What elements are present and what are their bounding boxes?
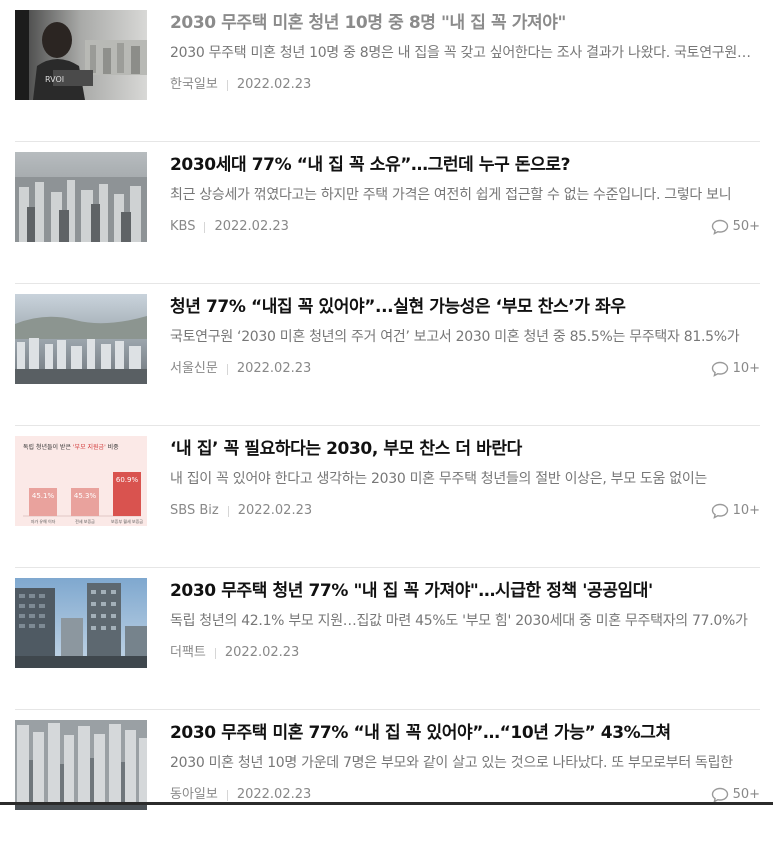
comment-icon — [711, 787, 729, 803]
graphic-bar-value: 45.3% — [74, 492, 97, 500]
article-meta: 더팩트 2022.02.23 — [170, 644, 299, 662]
comment-icon — [711, 361, 729, 377]
article-thumbnail[interactable]: 독립 청년들이 받은 '부모 지원금' 비중 45.1% 45.3% 60.9%… — [15, 436, 147, 526]
comment-count-button[interactable]: 50+ — [711, 218, 760, 236]
article-date: 2022.02.23 — [214, 219, 289, 234]
article-thumbnail[interactable] — [15, 578, 147, 668]
article-title[interactable]: 2030세대 77% “내 집 꼭 소유”…그런데 누구 돈으로? — [170, 153, 760, 177]
article-meta: SBS Biz 2022.02.23 — [170, 502, 312, 520]
meta-divider — [227, 505, 229, 517]
article-summary[interactable]: 독립 청년의 42.1% 부모 지원…집값 마련 45%도 '부모 힘' 203… — [170, 611, 755, 631]
article-thumbnail[interactable] — [15, 294, 147, 384]
meta-divider — [226, 789, 228, 801]
article-meta: 서울신문 2022.02.23 — [170, 360, 311, 378]
meta-divider — [204, 221, 206, 233]
comment-count: 10+ — [732, 361, 760, 376]
article-meta: 한국일보 2022.02.23 — [170, 76, 311, 94]
news-item[interactable]: 2030 무주택 미혼 77% “내 집 꼭 있어야”…“10년 가능” 43%… — [15, 710, 760, 851]
comment-count: 10+ — [732, 503, 760, 518]
news-item[interactable]: RVOI 2030 무주택 미혼 청년 10명 중 8명 "내 집 꼭 가져야"… — [15, 0, 760, 142]
graphic-heading: 독립 청년들이 받은 '부모 지원금' 비중 — [23, 443, 119, 451]
graphic-bar-label: 전세 보증금 — [75, 518, 95, 524]
article-summary[interactable]: 내 집이 꼭 있어야 한다고 생각하는 2030 미혼 무주택 청년들의 절반 … — [170, 469, 755, 489]
graphic-bar-label: 보증부 월세 보증금 — [111, 518, 143, 524]
comment-count-button[interactable]: 10+ — [711, 502, 760, 520]
article-title[interactable]: 청년 77% “내집 꼭 있어야”...실현 가능성은 ‘부모 찬스’가 좌우 — [170, 295, 760, 319]
graphic-bar-label: 자가 유해 이자 — [31, 518, 56, 524]
article-title[interactable]: 2030 무주택 미혼 청년 10명 중 8명 "내 집 꼭 가져야" — [170, 11, 760, 35]
article-summary[interactable]: 2030 무주택 미혼 청년 10명 중 8명은 내 집을 꼭 갖고 싶어한다는… — [170, 43, 755, 63]
article-source[interactable]: SBS Biz — [170, 502, 219, 520]
article-thumbnail[interactable]: RVOI — [15, 10, 147, 100]
meta-divider — [226, 363, 228, 375]
article-summary[interactable]: 최근 상승세가 꺾였다고는 하지만 주택 가격은 여전히 쉽게 접근할 수 없는… — [170, 185, 755, 205]
article-date: 2022.02.23 — [236, 77, 312, 92]
article-title[interactable]: ‘내 집’ 꼭 필요하다는 2030, 부모 찬스 더 바란다 — [170, 437, 760, 461]
article-title[interactable]: 2030 무주택 청년 77% "내 집 꼭 가져야"…시급한 정책 '공공임대… — [170, 579, 760, 603]
article-source[interactable]: 서울신문 — [170, 360, 218, 378]
news-item[interactable]: 2030세대 77% “내 집 꼭 소유”…그런데 누구 돈으로? 최근 상승세… — [15, 142, 760, 284]
news-item[interactable]: 독립 청년들이 받은 '부모 지원금' 비중 45.1% 45.3% 60.9%… — [15, 426, 760, 568]
graphic-bar-value: 60.9% — [116, 476, 139, 484]
news-item[interactable]: 2030 무주택 청년 77% "내 집 꼭 가져야"…시급한 정책 '공공임대… — [15, 568, 760, 710]
article-source[interactable]: 한국일보 — [170, 76, 218, 94]
meta-divider — [214, 647, 216, 659]
article-thumbnail[interactable] — [15, 720, 147, 810]
article-meta: KBS 2022.02.23 — [170, 218, 289, 236]
article-summary[interactable]: 2030 미혼 청년 10명 가운데 7명은 부모와 같이 살고 있는 것으로 … — [170, 753, 755, 773]
meta-divider — [226, 79, 228, 91]
article-source[interactable]: 더팩트 — [170, 644, 206, 662]
article-date: 2022.02.23 — [237, 503, 313, 518]
article-date: 2022.02.23 — [224, 645, 300, 660]
svg-text:RVOI: RVOI — [45, 75, 64, 84]
article-date: 2022.02.23 — [236, 361, 312, 376]
comment-count-button[interactable]: 10+ — [711, 360, 760, 378]
article-summary[interactable]: 국토연구원 ‘2030 미혼 청년의 주거 여건’ 보고서 2030 미혼 청년… — [170, 327, 755, 347]
news-item[interactable]: 청년 77% “내집 꼭 있어야”...실현 가능성은 ‘부모 찬스’가 좌우 … — [15, 284, 760, 426]
comment-icon — [711, 219, 729, 235]
graphic-bar-value: 45.1% — [32, 492, 55, 500]
article-thumbnail[interactable] — [15, 152, 147, 242]
comment-icon — [711, 503, 729, 519]
article-source[interactable]: KBS — [170, 218, 195, 236]
comment-count: 50+ — [732, 219, 760, 234]
article-title[interactable]: 2030 무주택 미혼 77% “내 집 꼭 있어야”…“10년 가능” 43%… — [170, 721, 760, 745]
news-list: RVOI 2030 무주택 미혼 청년 10명 중 8명 "내 집 꼭 가져야"… — [15, 0, 760, 851]
